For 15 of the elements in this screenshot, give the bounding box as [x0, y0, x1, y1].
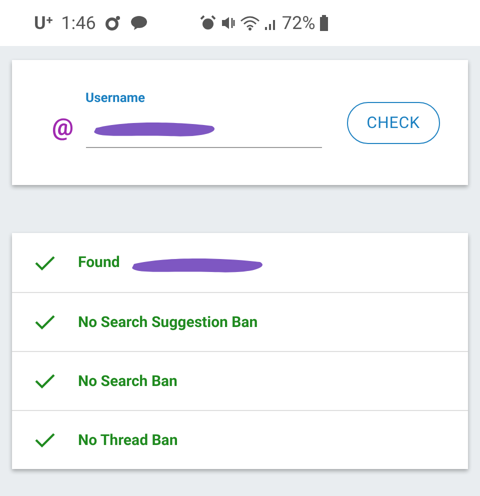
battery-icon	[319, 15, 330, 31]
result-label: No Search Ban	[78, 370, 178, 392]
check-button[interactable]: CHECK	[346, 102, 440, 144]
result-label: No Thread Ban	[78, 430, 178, 451]
carrier: U⁺	[34, 12, 54, 36]
battery-level: 72%	[282, 12, 316, 36]
alarm-icon	[200, 15, 216, 31]
at-sign: @	[52, 112, 74, 142]
result-label: Found	[78, 252, 120, 274]
notification-icon	[104, 14, 122, 32]
field-label: Username	[86, 90, 146, 108]
wifi-icon	[240, 15, 260, 31]
time: 1:46	[61, 12, 96, 36]
chat-bubble-icon	[130, 15, 148, 31]
result-label: No Search Suggestion Ban	[78, 312, 258, 333]
